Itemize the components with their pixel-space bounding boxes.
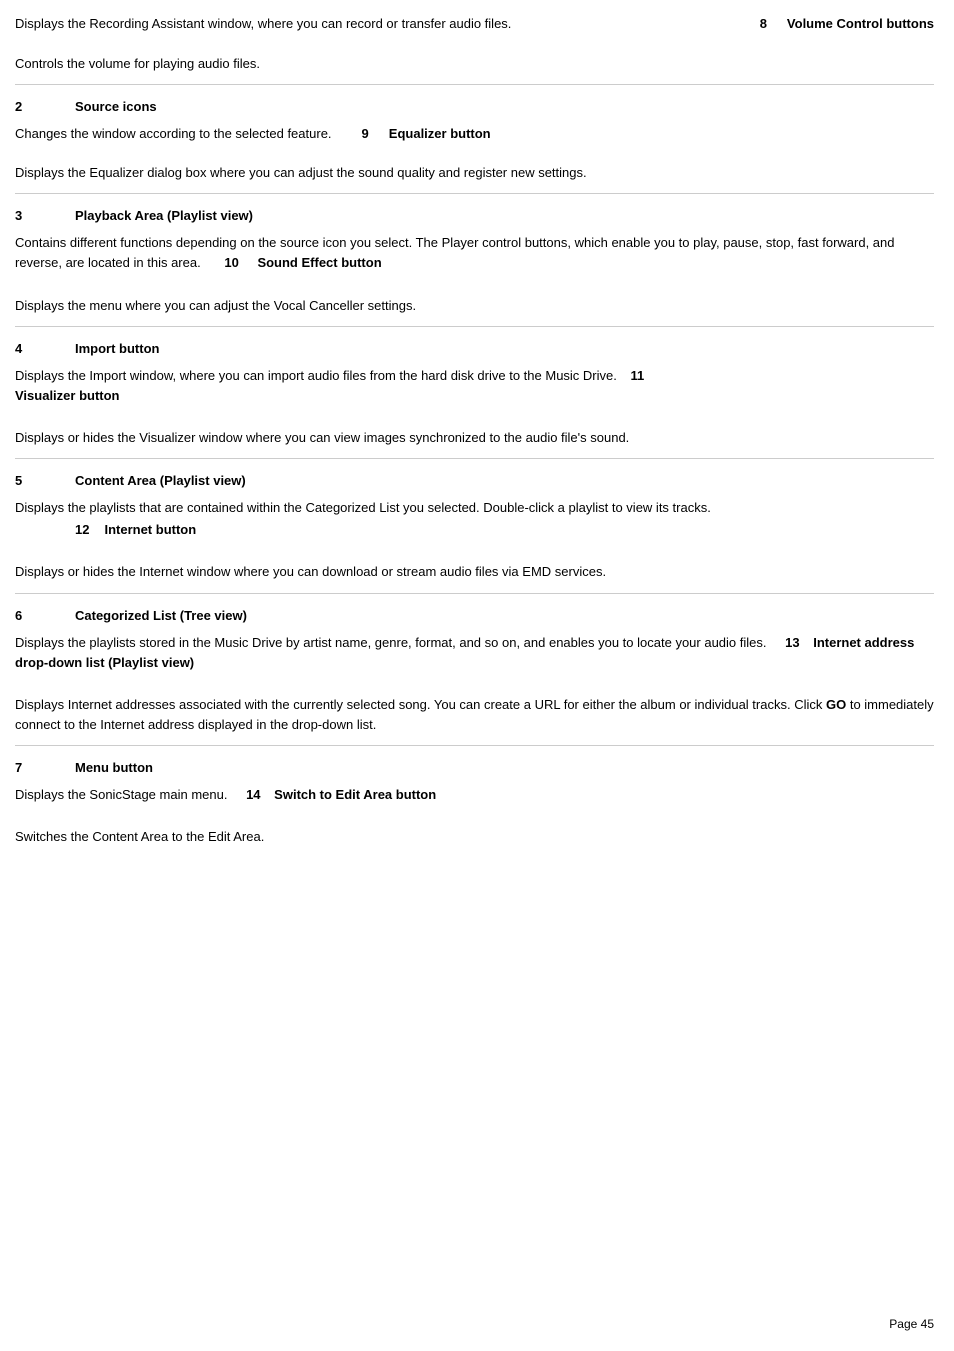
spacer-8 — [15, 490, 934, 498]
page-number: Page 45 — [889, 1317, 934, 1331]
spacer-12 — [15, 777, 934, 785]
section-3-desc: Contains different functions depending o… — [15, 235, 895, 270]
spacer-3 — [15, 149, 934, 157]
section-9-title: Equalizer button — [389, 126, 491, 141]
section-8-desc: Controls the volume for playing audio fi… — [15, 54, 934, 74]
section-12-title: Internet button — [104, 520, 196, 540]
section-3-10-row: Contains different functions depending o… — [15, 233, 934, 273]
section-4-11-row: Displays the Import window, where you ca… — [15, 366, 934, 406]
section-4-desc: Displays the Import window, where you ca… — [15, 368, 617, 383]
section-5-number: 5 — [15, 473, 75, 488]
section-4-header: 4 Import button — [15, 341, 934, 356]
section-7-number: 7 — [15, 760, 75, 775]
section-6-desc: Displays the playlists stored in the Mus… — [15, 635, 767, 650]
section-3-header: 3 Playback Area (Playlist view) — [15, 208, 934, 223]
section-9-number: 9 — [362, 126, 369, 141]
section-11-number: 11 — [631, 368, 645, 383]
section-14-desc: Switches the Content Area to the Edit Ar… — [15, 827, 934, 847]
section-12-desc: Displays or hides the Internet window wh… — [15, 562, 934, 582]
section-7-14-row: Displays the SonicStage main menu. 14 Sw… — [15, 785, 934, 805]
section-3-title: Playback Area (Playlist view) — [75, 208, 253, 223]
section-4-number: 4 — [15, 341, 75, 356]
section-10-title: Sound Effect button — [257, 255, 381, 270]
section-4-title: Import button — [75, 341, 159, 356]
divider-1 — [15, 84, 934, 85]
section-2-title: Source icons — [75, 99, 157, 114]
section-5-12-row: Displays the playlists that are containe… — [15, 498, 934, 540]
section-7-header: 7 Menu button — [15, 760, 934, 775]
intro-row: Displays the Recording Assistant window,… — [15, 14, 934, 34]
section-2-9-row: Changes the window according to the sele… — [15, 124, 934, 144]
section-6-title: Categorized List (Tree view) — [75, 608, 247, 623]
section-7-title: Menu button — [75, 760, 153, 775]
section-10-number: 10 — [224, 255, 238, 270]
divider-3 — [15, 326, 934, 327]
section-2-header: 2 Source icons — [15, 99, 934, 114]
section-10-desc: Displays the menu where you can adjust t… — [15, 296, 934, 316]
intro-text: Displays the Recording Assistant window,… — [15, 14, 730, 34]
section-2-number: 2 — [15, 99, 75, 114]
section-5-title: Content Area (Playlist view) — [75, 473, 246, 488]
divider-6 — [15, 745, 934, 746]
spacer-7 — [15, 414, 934, 422]
spacer-4 — [15, 225, 934, 233]
divider-5 — [15, 593, 934, 594]
section-2-desc: Changes the window according to the sele… — [15, 124, 332, 144]
spacer-10 — [15, 625, 934, 633]
section-9-desc: Displays the Equalizer dialog box where … — [15, 163, 934, 183]
section-6-header: 6 Categorized List (Tree view) — [15, 608, 934, 623]
spacer-2 — [15, 116, 934, 124]
section-7-desc: Displays the SonicStage main menu. — [15, 787, 227, 802]
section-8-number: 8 — [760, 16, 767, 31]
spacer-9 — [15, 548, 934, 556]
section-8-title: Volume Control buttons — [787, 16, 934, 31]
divider-4 — [15, 458, 934, 459]
section-13-number: 13 — [785, 635, 799, 650]
section-5-header: 5 Content Area (Playlist view) — [15, 473, 934, 488]
divider-2 — [15, 193, 934, 194]
section-14-title: Switch to Edit Area button — [274, 787, 436, 802]
section-13-desc: Displays Internet addresses associated w… — [15, 695, 934, 735]
go-bold: GO — [826, 697, 846, 712]
spacer-6 — [15, 358, 934, 366]
spacer-1 — [15, 40, 934, 48]
section-6-13-row: Displays the playlists stored in the Mus… — [15, 633, 934, 673]
section-12-header-inline: 12 Internet button — [75, 520, 934, 540]
section-11-desc: Displays or hides the Visualizer window … — [15, 428, 934, 448]
spacer-13 — [15, 813, 934, 821]
spacer-5 — [15, 282, 934, 290]
section-12-number: 12 — [75, 520, 89, 540]
spacer-11 — [15, 681, 934, 689]
section-3-number: 3 — [15, 208, 75, 223]
section-11-title: Visualizer button — [15, 388, 120, 403]
section-5-desc: Displays the playlists that are containe… — [15, 500, 711, 515]
section-6-number: 6 — [15, 608, 75, 623]
section-14-number: 14 — [246, 787, 260, 802]
